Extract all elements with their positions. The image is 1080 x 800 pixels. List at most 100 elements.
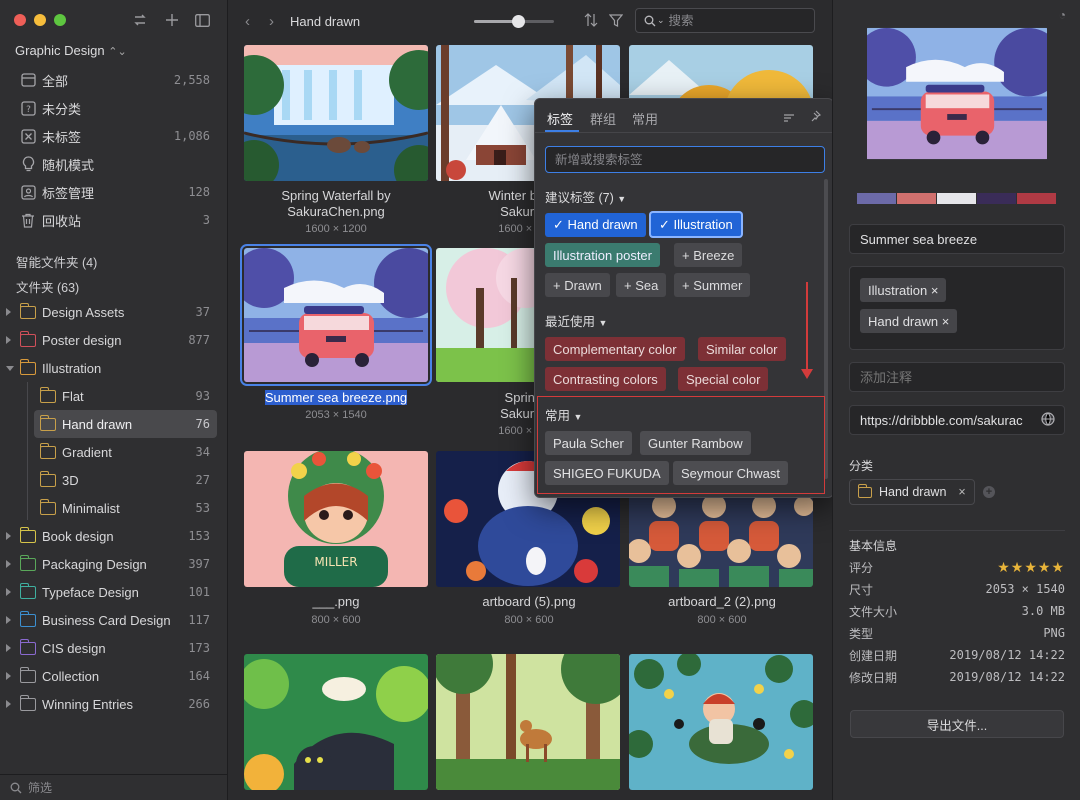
sidebar-toggle-icon[interactable]: [193, 11, 211, 29]
tag-chip-add-summer[interactable]: + Summer: [674, 273, 751, 297]
sidebar-item-trash[interactable]: 回收站 3: [0, 206, 228, 234]
preview-image[interactable]: [867, 26, 1047, 161]
expand-caret-icon[interactable]: [6, 560, 11, 568]
meta-key: 尺寸: [849, 582, 874, 597]
expand-caret-icon[interactable]: [6, 588, 11, 596]
tag-chip-add-breeze[interactable]: + Breeze: [674, 243, 743, 267]
thumbnail-caption-selected[interactable]: Summer sea breeze.png: [243, 390, 429, 406]
tag-chip-hand-drawn[interactable]: ✓ Hand drawn: [545, 213, 646, 237]
tag-chip-special-color[interactable]: Special color: [678, 367, 769, 391]
tag-chip-add-drawn[interactable]: + Drawn: [545, 273, 610, 297]
folder-book-design[interactable]: Book design 153: [0, 522, 228, 550]
folder-collection[interactable]: Collection 164: [0, 662, 228, 690]
folder-design-assets[interactable]: Design Assets 37: [0, 298, 228, 326]
palette-swatch[interactable]: [857, 193, 896, 204]
svg-text:?: ?: [26, 105, 31, 115]
back-arrow-icon[interactable]: ‹: [245, 13, 250, 30]
library-switcher[interactable]: Graphic Design ⌃⌄: [15, 43, 127, 58]
expand-caret-icon[interactable]: [6, 308, 11, 316]
palette-swatch[interactable]: [897, 193, 936, 204]
remove-icon[interactable]: ×: [958, 485, 965, 499]
export-button[interactable]: 导出文件...: [850, 710, 1064, 738]
tag-chip-illustration-poster[interactable]: Illustration poster: [545, 243, 660, 267]
tag-chip-similar-color[interactable]: Similar color: [698, 337, 786, 361]
palette-swatch[interactable]: [1017, 193, 1056, 204]
folder-gradient[interactable]: Gradient 34: [0, 438, 228, 466]
tag-illustration[interactable]: Illustration ×: [860, 278, 947, 302]
tag-chip-complementary-color[interactable]: Complementary color: [545, 337, 685, 361]
thumbnail-size-slider[interactable]: [474, 15, 554, 28]
library-name: Graphic Design: [15, 43, 105, 58]
folder-3d[interactable]: 3D 27: [0, 466, 228, 494]
sidebar-item-unsorted[interactable]: ? 未分类: [0, 94, 228, 122]
folder-hand-drawn[interactable]: Hand drawn 76: [0, 410, 228, 438]
tag-chip-illustration[interactable]: ✓ Illustration: [649, 211, 743, 238]
tag-chip-contrasting-colors[interactable]: Contrasting colors: [545, 367, 666, 391]
note-field[interactable]: [849, 362, 1065, 392]
globe-icon[interactable]: [1041, 412, 1055, 429]
sidebar-item-tag-manager[interactable]: 标签管理 128: [0, 178, 228, 206]
pin-icon[interactable]: [809, 110, 822, 125]
suggested-tags-header[interactable]: 建议标签 (7) ▼: [545, 187, 626, 206]
expand-caret-icon[interactable]: [6, 336, 11, 344]
sidebar-item-random[interactable]: 随机模式: [0, 150, 228, 178]
collapse-caret-icon[interactable]: [6, 366, 14, 371]
palette-swatch[interactable]: [937, 193, 976, 204]
filter-input[interactable]: 筛选: [28, 779, 52, 796]
rating-stars[interactable]: ★★★★★: [997, 559, 1065, 576]
expand-caret-icon[interactable]: [6, 700, 11, 708]
folders-header[interactable]: 文件夹 (63): [16, 277, 79, 296]
slider-knob[interactable]: [512, 15, 525, 28]
folder-packaging-design[interactable]: Packaging Design 397: [0, 550, 228, 578]
add-folder-icon[interactable]: +: [983, 486, 995, 498]
expand-caret-icon[interactable]: [6, 532, 11, 540]
thumbnail-summer-sea-breeze[interactable]: [240, 244, 432, 386]
folder-label: Design Assets: [42, 304, 125, 320]
sidebar-item-untagged[interactable]: 未标签 1,086: [0, 122, 228, 150]
unsorted-icon: ?: [20, 100, 36, 116]
folder-poster-design[interactable]: Poster design 877: [0, 326, 228, 354]
tag-hand-drawn[interactable]: Hand drawn ×: [860, 309, 958, 333]
add-icon[interactable]: [163, 11, 181, 29]
thumbnail-deer-forest[interactable]: [436, 654, 620, 790]
expand-caret-icon[interactable]: [6, 616, 11, 624]
tag-chip-add-sea[interactable]: + Sea: [616, 273, 667, 297]
search-box[interactable]: ⌄: [635, 8, 815, 33]
expand-caret-icon[interactable]: [6, 644, 11, 652]
folder-illustration[interactable]: Illustration: [0, 354, 228, 382]
tab-common[interactable]: 常用: [632, 109, 658, 128]
title-field[interactable]: Summer sea breeze: [849, 224, 1065, 254]
forward-arrow-icon[interactable]: ›: [269, 13, 274, 30]
close-window-button[interactable]: [14, 14, 26, 26]
folder-cis-design[interactable]: CIS design 173: [0, 634, 228, 662]
palette-swatch[interactable]: [977, 193, 1016, 204]
filter-bar[interactable]: 筛选: [0, 774, 228, 800]
folder-business-card-design[interactable]: Business Card Design 117: [0, 606, 228, 634]
tab-tags[interactable]: 标签: [547, 109, 573, 128]
folder-winning-entries[interactable]: Winning Entries 266: [0, 690, 228, 718]
thumbnail-cat-jungle[interactable]: [244, 654, 428, 790]
search-input[interactable]: [668, 13, 789, 28]
info-icon[interactable]: ◔: [1059, 8, 1066, 22]
folder-minimalist[interactable]: Minimalist 53: [0, 494, 228, 522]
sync-icon[interactable]: [131, 11, 149, 29]
minimize-window-button[interactable]: [34, 14, 46, 26]
filter-icon[interactable]: [607, 11, 625, 29]
folder-typeface-design[interactable]: Typeface Design 101: [0, 578, 228, 606]
tag-search-input[interactable]: [545, 146, 825, 173]
url-field[interactable]: https://dribbble.com/sakurac: [849, 405, 1065, 435]
recent-tags-header[interactable]: 最近使用 ▼: [545, 311, 607, 330]
tab-groups[interactable]: 群组: [590, 109, 616, 128]
zoom-window-button[interactable]: [54, 14, 66, 26]
folder-flat[interactable]: Flat 93: [0, 382, 228, 410]
expand-caret-icon[interactable]: [6, 672, 11, 680]
sidebar-item-all[interactable]: 全部 2,558: [0, 66, 228, 94]
sort-lines-icon[interactable]: [783, 111, 795, 126]
thumbnail-girl-pond[interactable]: [629, 654, 813, 790]
folder-icon: [39, 386, 56, 403]
sort-icon[interactable]: [582, 11, 600, 29]
thumbnail-spring-waterfall[interactable]: [244, 45, 428, 181]
thumbnail-miller[interactable]: MILLER: [244, 451, 428, 587]
folder-chip-hand-drawn[interactable]: Hand drawn ×: [849, 479, 975, 505]
smart-folders-header[interactable]: 智能文件夹 (4): [16, 252, 97, 271]
